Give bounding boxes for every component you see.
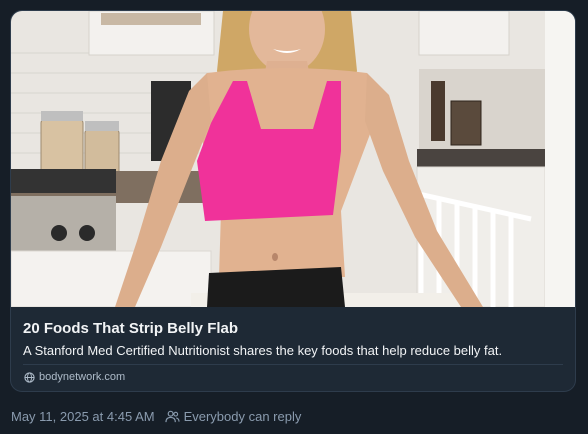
link-card-thumbnail[interactable] bbox=[11, 11, 576, 307]
photo-frame bbox=[450, 100, 482, 146]
link-card-domain-text: bodynetwork.com bbox=[39, 371, 126, 383]
post-timestamp[interactable]: May 11, 2025 at 4:45 AM bbox=[11, 409, 155, 424]
jar-lid-left bbox=[41, 111, 83, 121]
black-shorts bbox=[207, 267, 345, 307]
wall-right bbox=[545, 11, 575, 307]
link-card-divider bbox=[23, 364, 563, 365]
post-page: 20 Foods That Strip Belly Flab A Stanfor… bbox=[0, 0, 588, 434]
lower-cabinet-left bbox=[11, 250, 212, 307]
oven-knob bbox=[79, 225, 95, 241]
navel bbox=[272, 253, 278, 261]
globe-icon bbox=[24, 371, 35, 383]
link-card[interactable]: 20 Foods That Strip Belly Flab A Stanfor… bbox=[10, 10, 576, 392]
jar-left bbox=[40, 118, 84, 178]
bottle bbox=[431, 81, 445, 141]
link-card-description: A Stanford Med Certified Nutritionist sh… bbox=[23, 343, 503, 358]
reply-setting[interactable]: Everybody can reply bbox=[164, 409, 302, 424]
oven-front bbox=[11, 196, 116, 251]
link-card-title[interactable]: 20 Foods That Strip Belly Flab bbox=[23, 319, 563, 339]
oven-knob bbox=[51, 225, 67, 241]
counter-right bbox=[417, 149, 545, 167]
stovetop bbox=[11, 169, 116, 193]
cabinet-shelf-items bbox=[101, 13, 201, 25]
people-icon bbox=[164, 410, 180, 423]
reply-setting-label: Everybody can reply bbox=[183, 409, 302, 424]
upper-cabinet-right bbox=[418, 11, 510, 56]
link-card-domain: bodynetwork.com bbox=[24, 371, 125, 383]
link-card-text: 20 Foods That Strip Belly Flab A Stanfor… bbox=[23, 319, 563, 360]
post-meta: May 11, 2025 at 4:45 AM Everybody can re… bbox=[11, 409, 301, 424]
jar-lid-right bbox=[85, 121, 119, 131]
